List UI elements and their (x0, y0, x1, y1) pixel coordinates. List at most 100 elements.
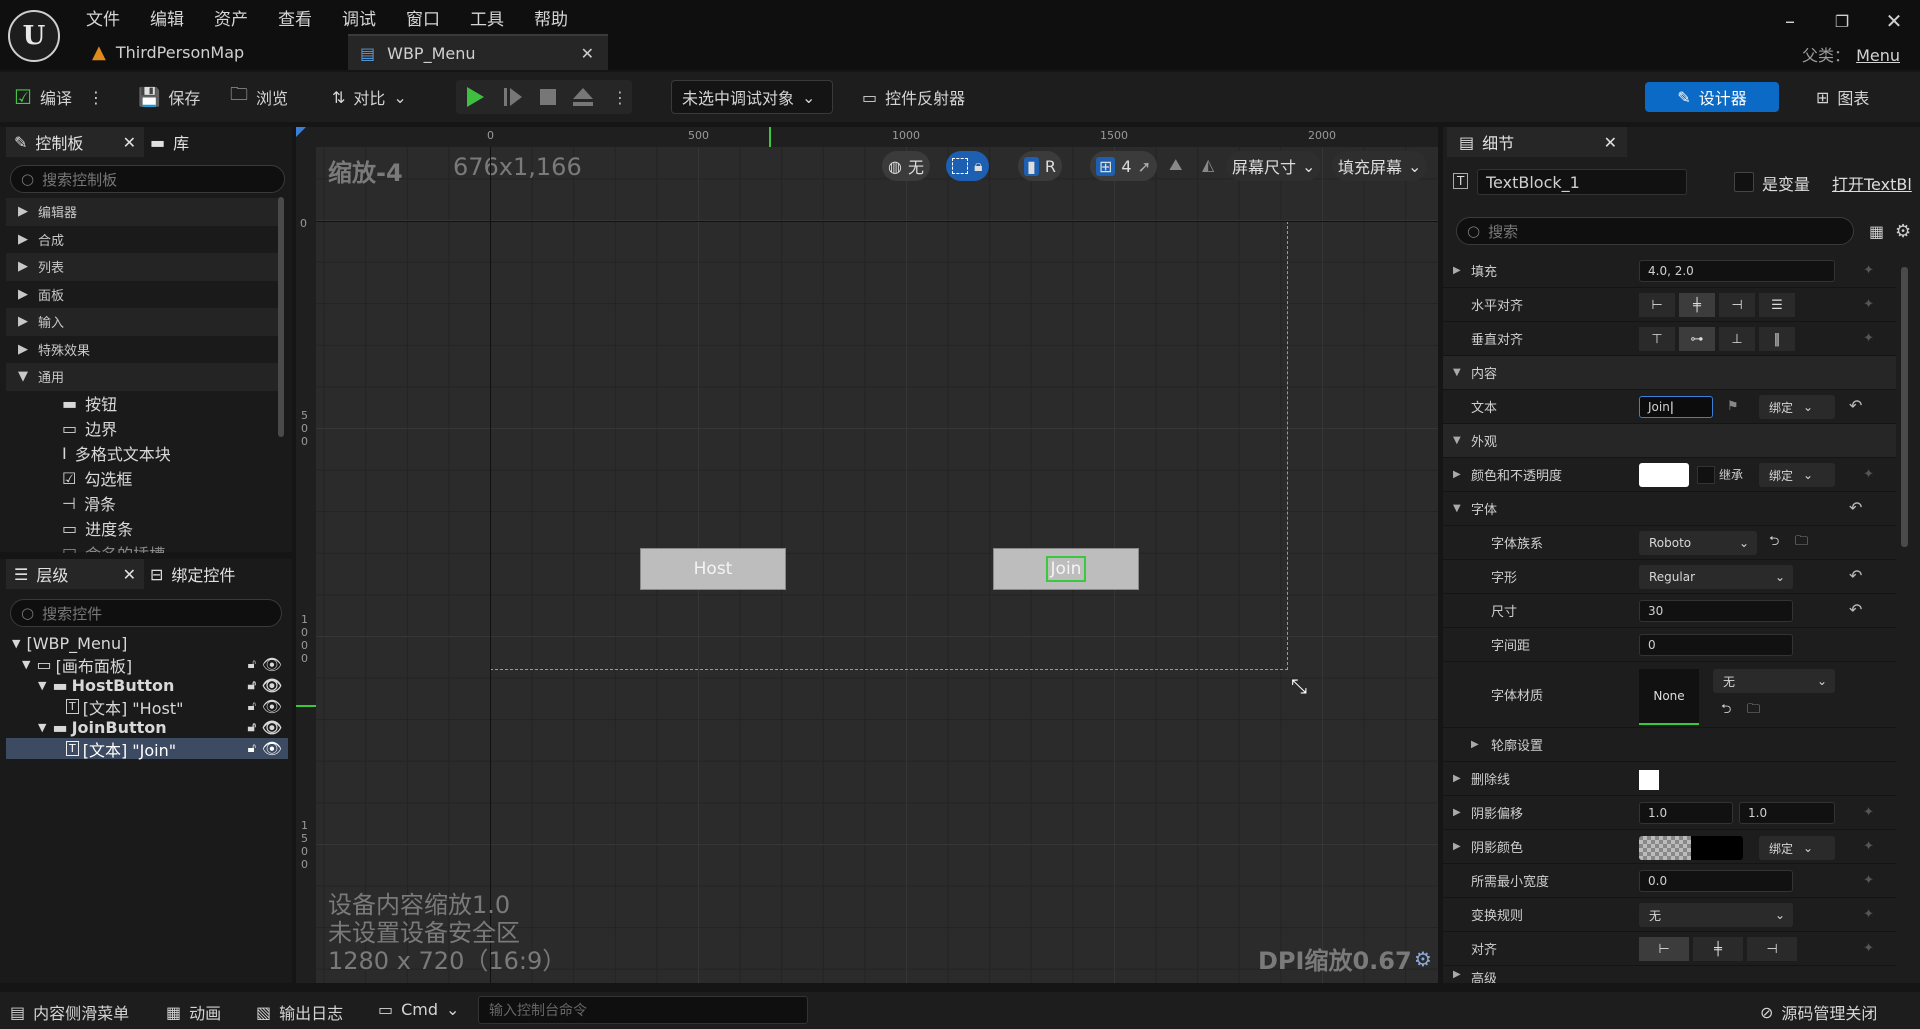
reset-arrow-icon[interactable]: ↶ (1849, 600, 1862, 619)
pin-icon[interactable]: ✦ (1863, 467, 1874, 482)
pin-icon[interactable]: ✦ (1863, 839, 1874, 854)
is-variable-checkbox[interactable] (1734, 172, 1754, 192)
step-icon[interactable] (502, 86, 524, 108)
align-vfill-icon[interactable]: ‖ (1759, 327, 1795, 351)
animation-button[interactable]: ▦ 动画 (166, 1000, 221, 1024)
dpi-settings-gear-icon[interactable]: ⚙ (1414, 947, 1432, 971)
caret-right-icon[interactable]: ▶ (1453, 841, 1461, 852)
tree-row-join-text-selected[interactable]: T [文本] "Join" 🔓︎ 👁︎ (6, 738, 288, 760)
palette-scrollbar[interactable] (278, 197, 284, 437)
close-window-icon[interactable]: ✕ (1874, 8, 1914, 34)
tab-thirdpersonmap[interactable]: ▲ ThirdPersonMap (80, 34, 340, 70)
category-composite[interactable]: ▶ 合成 (6, 226, 278, 254)
eye-icon[interactable]: 👁︎ (262, 739, 282, 758)
pin-icon[interactable]: ✦ (1863, 263, 1874, 278)
graph-button[interactable]: ⊞ 图表 (1816, 80, 1869, 114)
menu-asset[interactable]: 资产 (210, 3, 252, 32)
widget-name-field[interactable]: TextBlock_1 (1477, 169, 1687, 195)
menu-help[interactable]: 帮助 (530, 3, 572, 32)
close-tab-icon[interactable]: ✕ (581, 44, 594, 63)
designer-button[interactable]: ✎ 设计器 (1645, 82, 1779, 112)
strikethrough-swatch[interactable] (1639, 770, 1659, 790)
palette-item-checkbox[interactable]: ☑ 勾选框 (6, 466, 278, 491)
lock-icon[interactable]: 🔓︎ (248, 678, 256, 693)
menu-debug[interactable]: 调试 (338, 3, 380, 32)
pin-icon[interactable]: ✦ (1863, 907, 1874, 922)
tab-palette[interactable]: ✎ 控制板 ✕ (6, 127, 144, 157)
output-log-button[interactable]: ▧ 输出日志 (256, 1000, 343, 1024)
eye-icon[interactable]: 👁︎ (262, 697, 282, 716)
tree-row-hostbutton[interactable]: ▼ ▬ HostButton 🔓︎ 👁︎ (6, 675, 288, 696)
palette-item-slider[interactable]: ⊣ 滑条 (6, 491, 278, 516)
flip-icon[interactable]: ◭ (1202, 155, 1214, 174)
justify-center-icon[interactable]: ╪ (1693, 937, 1743, 961)
table-view-icon[interactable]: ▦ (1869, 222, 1884, 241)
grid-snap-group[interactable]: ⊞ 4 ➚ (1090, 151, 1157, 181)
tree-row-canvas-panel[interactable]: ▼ ▭ [画布面板] 🔓︎ 👁︎ (6, 654, 288, 676)
unreal-logo[interactable]: U (8, 10, 60, 62)
play-icon[interactable] (464, 86, 486, 108)
fill-screen-dropdown[interactable]: 填充屏幕 ⌄ (1332, 151, 1428, 181)
pin-icon[interactable]: ✦ (1863, 805, 1874, 820)
pin-icon[interactable]: ✦ (1863, 941, 1874, 956)
reset-arrow-icon[interactable]: ↶ (1849, 396, 1862, 415)
pin-icon[interactable]: ✦ (1863, 297, 1874, 312)
save-button[interactable]: 💾 保存 (138, 80, 200, 114)
tab-wbp-menu[interactable]: ▤ WBP_Menu ✕ (348, 34, 608, 70)
category-editor[interactable]: ▶ 编辑器 (6, 198, 278, 226)
resize-handle-icon[interactable]: ⤡ (1291, 674, 1307, 698)
eject-icon[interactable] (572, 86, 594, 108)
category-panel[interactable]: ▶ 面板 (6, 281, 278, 309)
close-icon[interactable]: ✕ (1604, 133, 1617, 152)
tree-row-root[interactable]: ▼ [WBP_Menu] (6, 633, 288, 654)
browse-button[interactable]: 🗀 浏览 (230, 80, 288, 114)
use-asset-icon[interactable]: ⮌ (1769, 532, 1779, 554)
close-icon[interactable]: ✕ (123, 133, 136, 152)
eye-icon[interactable]: 👁︎ (262, 655, 282, 674)
caret-right-icon[interactable]: ▶ (1453, 265, 1461, 276)
caret-right-icon[interactable]: ▶ (1453, 469, 1461, 480)
text-value-input[interactable]: Join (1648, 400, 1670, 414)
caret-right-icon[interactable]: ▶ (1453, 773, 1461, 784)
widget-reflector-button[interactable]: ▭ 控件反射器 (862, 80, 965, 114)
tab-details[interactable]: ▤ 细节 ✕ (1447, 127, 1627, 157)
tree-row-host-text[interactable]: T [文本] "Host" 🔓︎ 👁︎ (6, 696, 288, 718)
screen-size-dropdown[interactable]: 屏幕尺寸 ⌄ (1226, 151, 1322, 181)
lock-icon[interactable]: 🔓︎ (248, 657, 256, 672)
palette-item-rich-text[interactable]: Ⅰ 多格式文本块 (6, 441, 278, 466)
diff-dropdown[interactable]: ⇅ 对比 ⌄ (332, 80, 407, 114)
preview-icon[interactable]: ⛰ (1169, 155, 1182, 175)
shadow-offset-y[interactable]: 1.0 (1748, 806, 1767, 820)
join-button-widget[interactable]: Join (993, 548, 1139, 590)
min-width-value[interactable]: 0.0 (1648, 874, 1667, 888)
reset-arrow-icon[interactable]: ↶ (1849, 566, 1862, 585)
justify-left-icon[interactable]: ⊢ (1639, 937, 1689, 961)
menu-view[interactable]: 查看 (274, 3, 316, 32)
host-button-widget[interactable]: Host (640, 548, 786, 590)
row-font[interactable]: ▼ 字体 ↶ (1443, 492, 1896, 526)
palette-item-button[interactable]: ▬ 按钮 (6, 391, 278, 416)
letter-spacing-value[interactable]: 0 (1648, 638, 1656, 652)
compile-button[interactable]: ☑ 编译 ⋮ (14, 80, 104, 114)
align-bottom-icon[interactable]: ⊥ (1719, 327, 1755, 351)
respect-locks-group[interactable]: ▮ R (1018, 151, 1062, 181)
font-material-dropdown[interactable]: 无 ⌄ (1713, 669, 1835, 693)
color-swatch-white[interactable] (1639, 463, 1689, 487)
hierarchy-search-input[interactable]: ○ 搜索控件 (10, 599, 282, 627)
menu-file[interactable]: 文件 (82, 3, 124, 32)
shadow-color-swatch[interactable] (1639, 836, 1743, 860)
localization-toggle[interactable]: ◍ 无 (882, 151, 930, 181)
tab-bind-widgets[interactable]: ⊟ 绑定控件 (150, 559, 235, 589)
lock-icon[interactable]: 🔓︎ (248, 741, 256, 756)
inherit-checkbox[interactable] (1697, 466, 1715, 484)
lock-icon[interactable]: 🔓︎ (248, 720, 256, 735)
outline-lock-group[interactable]: 🔒︎ (946, 151, 989, 181)
section-appearance[interactable]: ▼ 外观 (1443, 424, 1896, 458)
join-text-widget-selected[interactable]: Join (1045, 556, 1087, 582)
font-family-dropdown[interactable]: Roboto ⌄ (1639, 531, 1757, 555)
category-common[interactable]: ▼ 通用 (6, 363, 278, 391)
align-right-icon[interactable]: ⊣ (1719, 293, 1755, 317)
palette-item-border[interactable]: ▭ 边界 (6, 416, 278, 441)
debug-object-dropdown[interactable]: 未选中调试对象 ⌄ (671, 80, 833, 114)
details-search-input[interactable]: ○ 搜索 (1456, 217, 1854, 245)
